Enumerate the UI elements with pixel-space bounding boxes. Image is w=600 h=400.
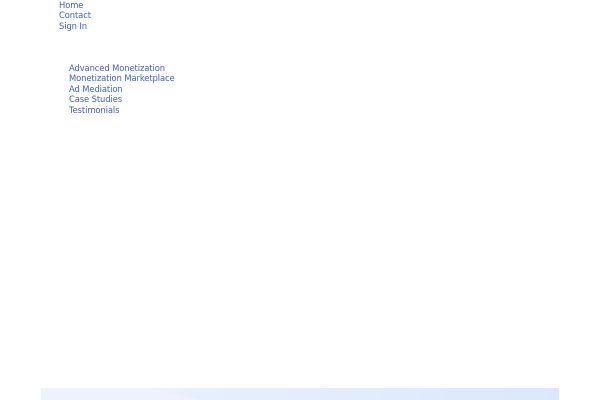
page: Home Contact Sign In Advanced Monetizati… bbox=[0, 0, 600, 400]
nav-link-ad-mediation[interactable]: Ad Mediation bbox=[69, 84, 175, 94]
nav-link-monetization-marketplace[interactable]: Monetization Marketplace bbox=[69, 73, 175, 83]
nav-link-home[interactable]: Home bbox=[59, 0, 91, 10]
nav-link-contact[interactable]: Contact bbox=[59, 10, 91, 20]
top-navigation: Home Contact Sign In bbox=[59, 0, 91, 31]
footer-band bbox=[41, 388, 559, 400]
nav-link-testimonials[interactable]: Testimonials bbox=[69, 105, 175, 115]
nav-link-case-studies[interactable]: Case Studies bbox=[69, 94, 175, 104]
nav-link-advanced-monetization[interactable]: Advanced Monetization bbox=[69, 63, 175, 73]
product-navigation: Advanced Monetization Monetization Marke… bbox=[69, 63, 175, 115]
footer-wave-decoration bbox=[151, 388, 559, 400]
nav-link-sign-in[interactable]: Sign In bbox=[59, 21, 91, 31]
